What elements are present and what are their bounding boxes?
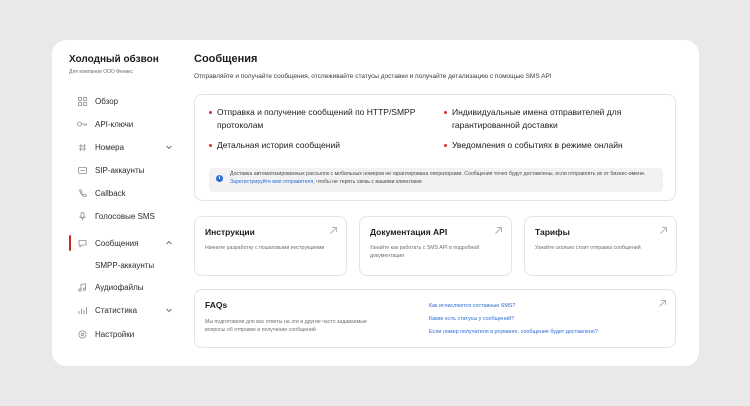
sidebar-item-overview[interactable]: Обзор (52, 90, 182, 112)
instructions-card[interactable]: Инструкции Начните разработку с пошаговы… (194, 216, 347, 276)
tariffs-card[interactable]: Тарифы Узнайте сколько стоит отправка со… (524, 216, 677, 276)
card-title: Тарифы (535, 227, 570, 237)
page-subtitle: Отправляйте и получайте сообщения, отсле… (194, 73, 552, 80)
arrow-up-right-icon[interactable] (658, 299, 667, 308)
sidebar-item-label: SMPP-аккаунты (95, 260, 155, 270)
card-description: Узнайте сколько стоит отправка сообщений (535, 245, 641, 251)
phone-icon (77, 188, 87, 198)
info-icon: i (216, 175, 223, 182)
faq-description: Мы подготовили для вас ответы на эти и д… (205, 319, 367, 333)
chart-icon (77, 305, 87, 315)
sidebar-item-label: Номера (95, 142, 125, 152)
page-title: Сообщения (194, 53, 258, 65)
sidebar-item-label: Настройки (95, 329, 135, 339)
features-panel: Отправка и получение сообщений по HTTP/S… (194, 94, 676, 201)
message-icon (77, 238, 87, 248)
faq-link-composite-sms[interactable]: Как исчисляются составные SMS? (429, 303, 515, 309)
sidebar-item-sip[interactable]: SIP-аккаунты (52, 159, 182, 181)
feature-item: Детальная история сообщений (209, 139, 417, 152)
hash-icon (77, 142, 87, 152)
card-title: Инструкции (205, 227, 255, 237)
chevron-down-icon[interactable] (165, 143, 173, 151)
sidebar-item-label: API-ключи (95, 119, 134, 129)
company-subtitle: Для компании ООО Феникс (69, 69, 134, 75)
audio-icon (77, 282, 87, 292)
sidebar: Холодный обзвон Для компании ООО Феникс … (52, 40, 182, 366)
company-name: Холодный обзвон (69, 54, 159, 65)
sidebar-item-settings[interactable]: Настройки (52, 323, 182, 345)
api-docs-card[interactable]: Документация API Узнайте как работать с … (359, 216, 512, 276)
key-icon (77, 119, 87, 129)
arrow-up-right-icon (495, 227, 502, 234)
sidebar-item-smpp[interactable]: SMPP-аккаунты (52, 254, 182, 276)
sidebar-item-label: Обзор (95, 96, 119, 106)
faq-link-message-statuses[interactable]: Какие есть статусы у сообщений? (429, 316, 514, 322)
sidebar-item-label: Голосовые SMS (95, 211, 155, 221)
faq-card: FAQs Мы подготовили для вас ответы на эт… (194, 289, 676, 348)
sidebar-item-callback[interactable]: Callback (52, 182, 182, 204)
bullet-dot (444, 111, 447, 114)
sip-icon (77, 165, 87, 175)
feature-item: Отправка и получение сообщений по HTTP/S… (209, 106, 417, 131)
settings-icon (77, 329, 87, 339)
card-description: Узнайте как работать с SMS API в подробн… (370, 245, 480, 259)
register-sender-link[interactable]: Зарегистрируйте имя отправителя (230, 179, 313, 185)
sidebar-item-label: Аудиофайлы (95, 282, 144, 292)
main-content: Сообщения Отправляйте и получайте сообще… (194, 40, 688, 366)
arrow-up-right-icon (660, 227, 667, 234)
sidebar-item-voice-sms[interactable]: Голосовые SMS (52, 205, 182, 227)
feature-item: Уведомления о событиях в режиме онлайн (444, 139, 652, 152)
faq-link-roaming[interactable]: Если номер получателя в роуминге, сообще… (429, 329, 598, 335)
active-indicator (69, 235, 71, 251)
sidebar-item-numbers[interactable]: Номера (52, 136, 182, 158)
sidebar-item-audio[interactable]: Аудиофайлы (52, 276, 182, 298)
main-card: Холодный обзвон Для компании ООО Феникс … (52, 40, 699, 366)
sidebar-item-label: SIP-аккаунты (95, 165, 145, 175)
card-title: Документация API (370, 227, 448, 237)
chevron-down-icon[interactable] (165, 306, 173, 314)
delivery-notice: i Доставка автоматизированных рассылок с… (209, 168, 663, 192)
bullet-dot (209, 111, 212, 114)
feature-item: Индивидуальные имена отправителей для га… (444, 106, 652, 131)
chevron-up-icon[interactable] (165, 239, 173, 247)
bullet-dot (444, 144, 447, 147)
arrow-up-right-icon (330, 227, 337, 234)
sidebar-item-messages[interactable]: Сообщения (52, 232, 182, 254)
grid-icon (77, 96, 87, 106)
card-description: Начните разработку с пошаговыми инструкц… (205, 245, 325, 251)
faq-title: FAQs (205, 300, 228, 310)
bullet-dot (209, 144, 212, 147)
sidebar-item-label: Сообщения (95, 238, 139, 248)
sidebar-item-statistics[interactable]: Статистика (52, 299, 182, 321)
sidebar-item-label: Статистика (95, 305, 138, 315)
sidebar-item-api-keys[interactable]: API-ключи (52, 113, 182, 135)
voice-icon (77, 211, 87, 221)
sidebar-item-label: Callback (95, 188, 126, 198)
